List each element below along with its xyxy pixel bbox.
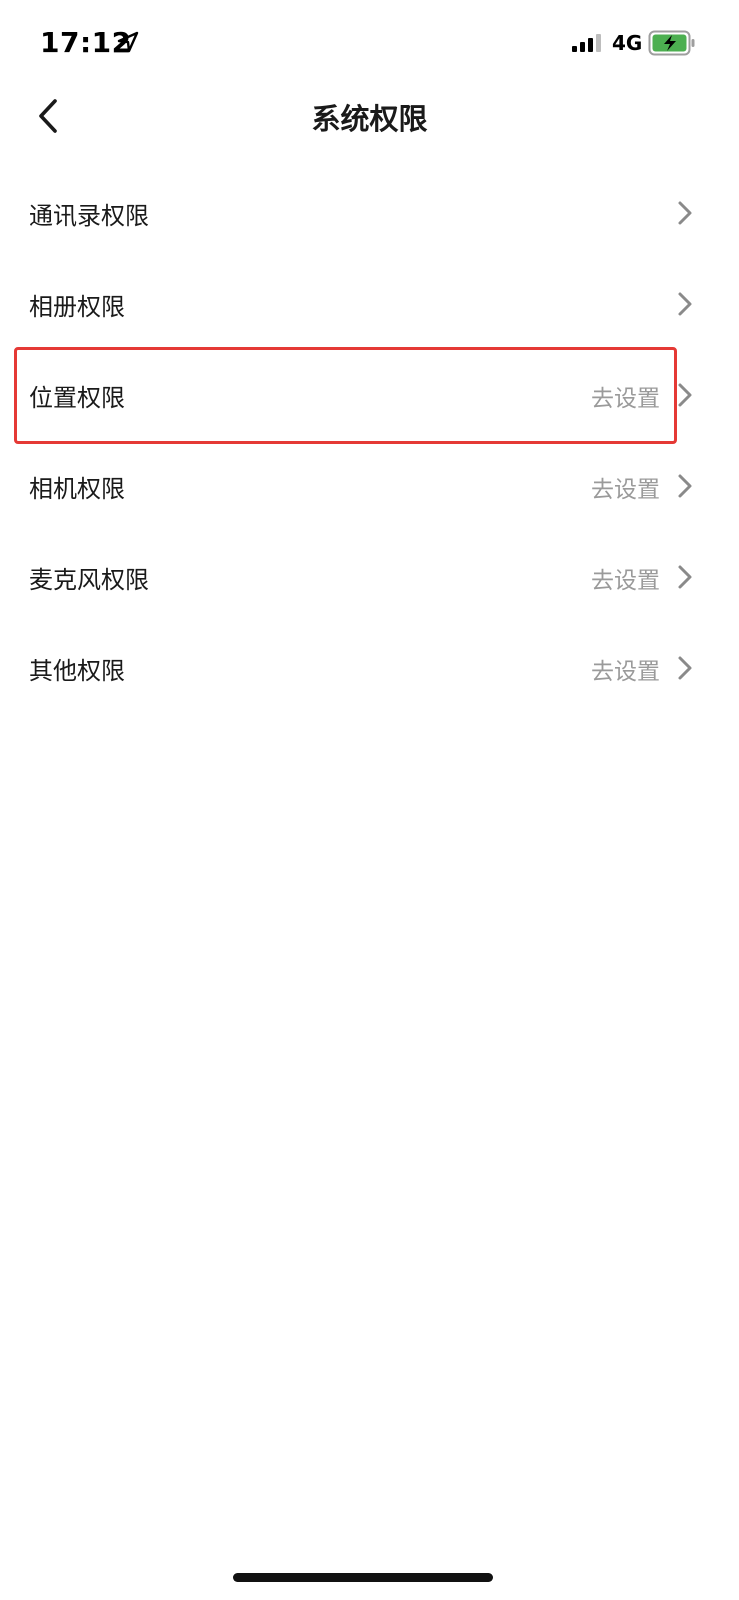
chevron-right-icon — [678, 383, 692, 407]
chevron-right-icon — [678, 292, 692, 316]
page-title: 系统权限 — [311, 102, 428, 136]
chevron-right-icon — [678, 656, 692, 680]
home-indicator[interactable] — [233, 1573, 493, 1582]
permission-row-microphone[interactable]: 麦克风权限 去设置 — [0, 532, 739, 623]
navigation-bar: 系统权限 — [0, 80, 739, 152]
permission-row-contacts[interactable]: 通讯录权限 — [0, 168, 739, 259]
permission-label: 麦克风权限 — [29, 566, 149, 594]
permission-row-location[interactable]: 位置权限 去设置 — [0, 350, 739, 441]
battery-charging-icon — [648, 30, 695, 56]
permission-list: 通讯录权限 相册权限 位置权限 去设置 相机权限 去设置 麦克风权限 去设置 其… — [0, 168, 739, 714]
cellular-signal-icon — [572, 34, 601, 52]
permission-label: 通讯录权限 — [29, 202, 149, 230]
permission-row-photos[interactable]: 相册权限 — [0, 259, 739, 350]
go-settings-link[interactable]: 去设置 — [591, 379, 660, 413]
permission-label: 相册权限 — [29, 293, 125, 321]
chevron-right-icon — [678, 474, 692, 498]
permission-row-other[interactable]: 其他权限 去设置 — [0, 623, 739, 714]
permission-label: 其他权限 — [29, 657, 125, 685]
go-settings-link[interactable]: 去设置 — [591, 652, 660, 686]
status-bar: 17:12 4G — [0, 0, 739, 90]
network-type: 4G — [612, 31, 643, 55]
permission-label: 相机权限 — [29, 475, 125, 503]
go-settings-link[interactable]: 去设置 — [591, 561, 660, 595]
location-arrow-icon — [117, 31, 139, 53]
permission-label: 位置权限 — [29, 384, 125, 412]
chevron-right-icon — [678, 201, 692, 225]
chevron-right-icon — [678, 565, 692, 589]
permission-row-camera[interactable]: 相机权限 去设置 — [0, 441, 739, 532]
go-settings-link[interactable]: 去设置 — [591, 470, 660, 504]
